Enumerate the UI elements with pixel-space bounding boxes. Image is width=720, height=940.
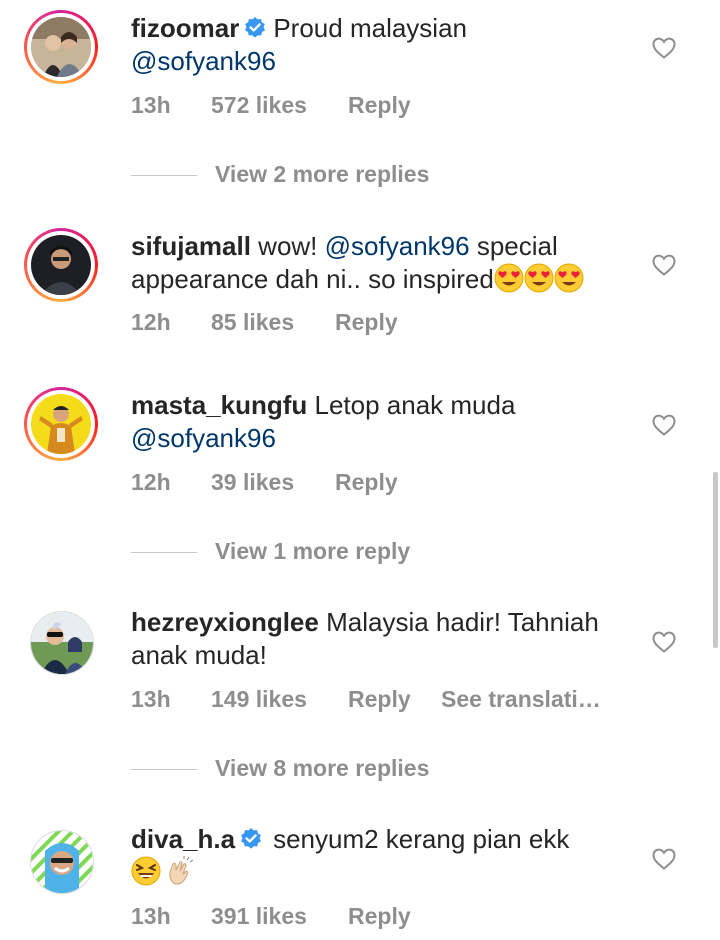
username[interactable]: hezreyxionglee (131, 607, 319, 637)
comment-text: wow! (258, 231, 318, 261)
laughing-emoji (131, 856, 161, 886)
verified-badge-icon (245, 17, 266, 38)
likes-count[interactable]: 149 likes (211, 686, 307, 713)
heart-eyes-emoji (494, 263, 524, 293)
clapping-hands-emoji (169, 856, 194, 885)
like-heart-icon[interactable] (652, 37, 676, 59)
likes-count[interactable]: 391 likes (211, 903, 307, 930)
verified-badge-icon (241, 828, 262, 849)
username[interactable]: sifujamall (131, 231, 251, 261)
avatar[interactable] (24, 228, 98, 302)
reply-button[interactable]: Reply (348, 92, 411, 119)
reply-button[interactable]: Reply (335, 309, 398, 336)
mention-link[interactable]: @sofyank96 (131, 423, 276, 453)
avatar[interactable] (24, 387, 98, 461)
like-heart-icon[interactable] (652, 631, 676, 653)
comment-time: 13h (131, 92, 171, 118)
reply-button[interactable]: Reply (348, 686, 411, 713)
username[interactable]: fizoomar (131, 13, 239, 43)
like-heart-icon[interactable] (652, 254, 676, 276)
like-heart-icon[interactable] (652, 414, 676, 436)
comment-time: 13h (131, 686, 171, 712)
comment-text: Proud malaysian (273, 13, 467, 43)
reply-button[interactable]: Reply (335, 469, 398, 496)
comment-text: senyum2 kerang pian ekk (273, 824, 570, 854)
username[interactable]: diva_h.a (131, 824, 235, 854)
heart-eyes-emoji (524, 263, 554, 293)
comment-text: Letop anak muda (314, 390, 516, 420)
likes-count[interactable]: 85 likes (211, 309, 294, 336)
likes-count[interactable]: 39 likes (211, 469, 294, 496)
comment-time: 13h (131, 903, 171, 929)
like-heart-icon[interactable] (652, 848, 676, 870)
reply-button[interactable]: Reply (348, 903, 411, 930)
heart-eyes-emoji (554, 263, 584, 293)
comment-time: 12h (131, 469, 171, 495)
mention-link[interactable]: @sofyank96 (131, 46, 276, 76)
avatar[interactable] (24, 605, 98, 679)
mention-link[interactable]: @sofyank96 (325, 231, 470, 261)
username[interactable]: masta_kungfu (131, 390, 307, 420)
avatar[interactable] (24, 10, 98, 84)
likes-count[interactable]: 572 likes (211, 92, 307, 119)
comment-time: 12h (131, 309, 171, 335)
avatar[interactable] (24, 824, 98, 898)
scrollbar[interactable] (713, 472, 718, 648)
see-translation-button[interactable]: See translati… (441, 686, 601, 713)
